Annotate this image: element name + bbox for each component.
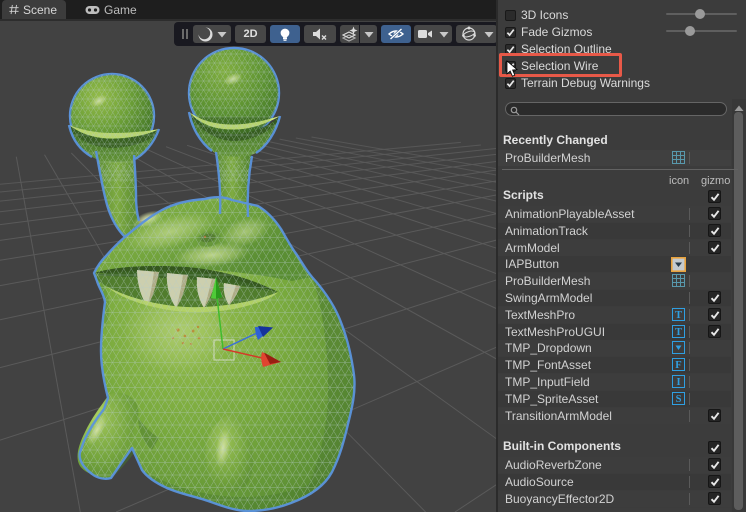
svg-text:T: T <box>675 310 682 321</box>
svg-text:I: I <box>676 377 680 388</box>
svg-text:F: F <box>675 360 681 371</box>
svg-text:S: S <box>676 394 682 405</box>
svg-text:T: T <box>675 327 682 338</box>
